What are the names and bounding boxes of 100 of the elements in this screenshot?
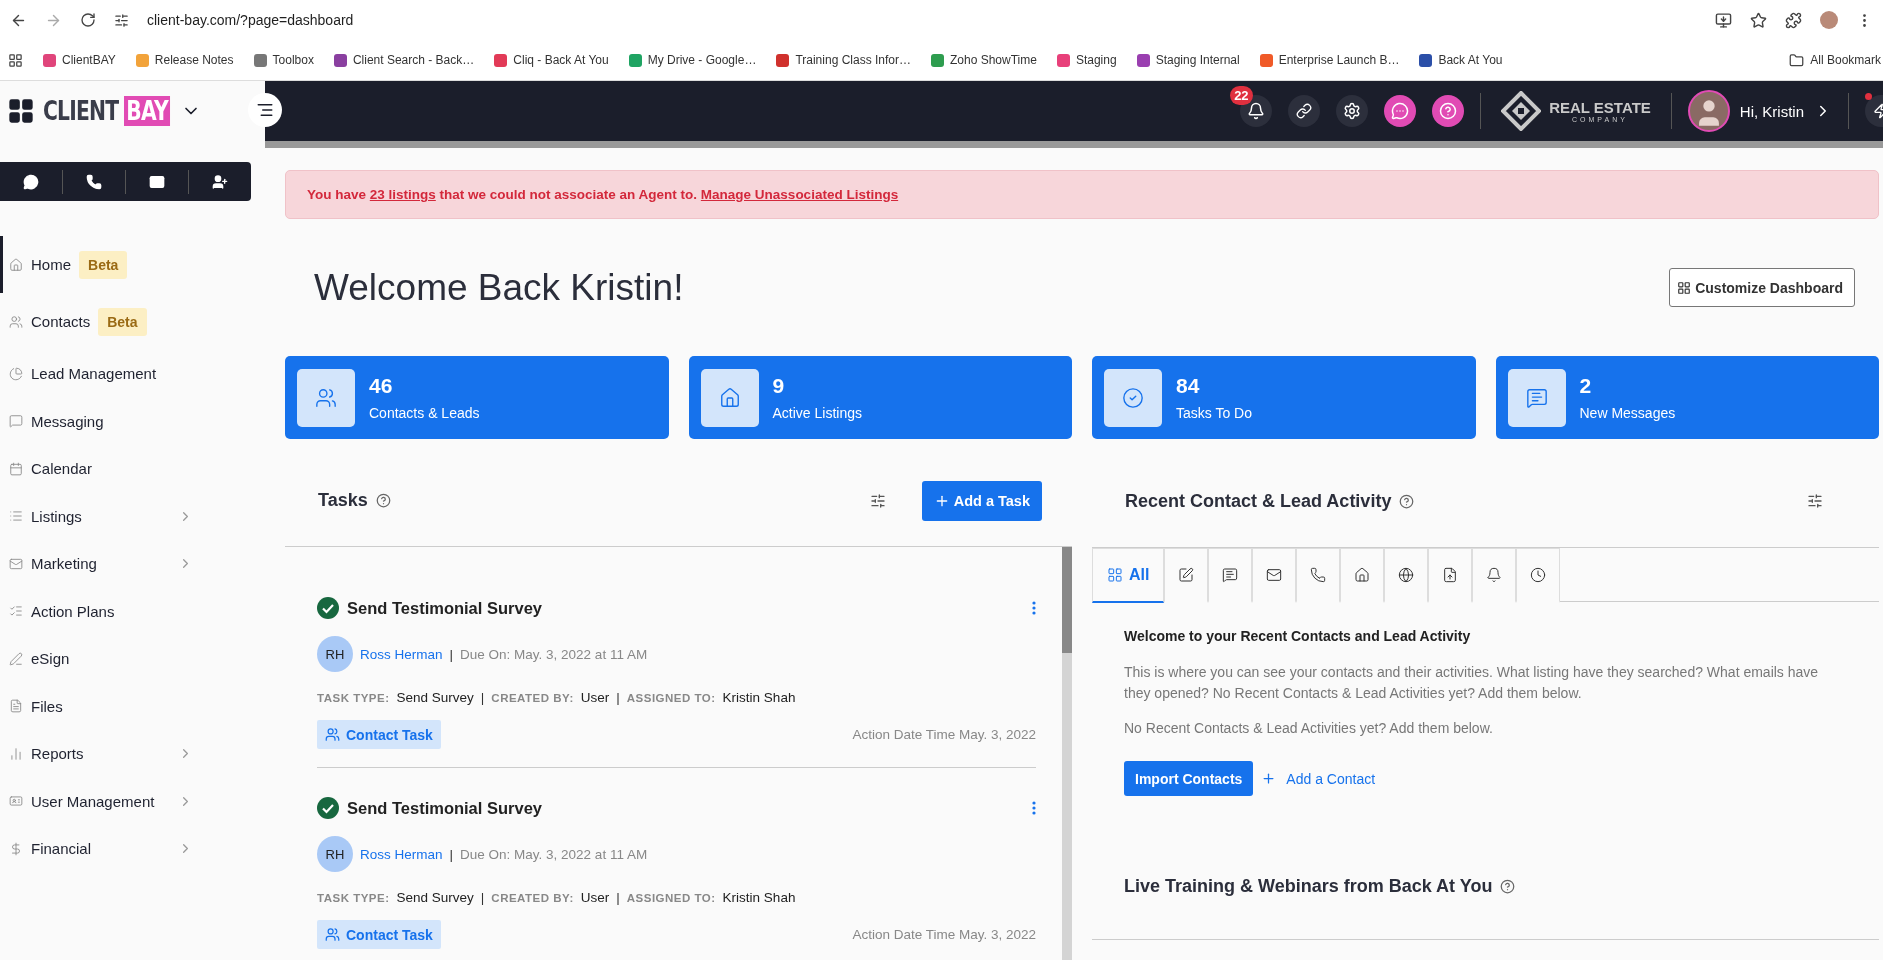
pen-icon [9, 651, 23, 666]
add-contact-link[interactable]: Add a Contact [1261, 770, 1376, 787]
help-icon[interactable] [375, 493, 391, 508]
bookmark[interactable]: Staging [1056, 53, 1117, 67]
meta-label: CREATED BY: [491, 891, 574, 904]
extensions-icon[interactable] [1785, 11, 1802, 29]
install-icon[interactable] [1715, 11, 1732, 29]
meta-value: User [580, 890, 610, 905]
bar-chart-icon [9, 746, 23, 761]
tab[interactable]: All [1092, 548, 1165, 603]
sms-tab[interactable] [1208, 548, 1253, 603]
stat-card[interactable]: 46 Contacts & Leads [285, 356, 669, 439]
globe-icon [1398, 567, 1415, 583]
stat-card[interactable]: 84 Tasks To Do [1092, 356, 1476, 439]
contact-link[interactable]: Ross Herman [360, 646, 443, 662]
bookmark[interactable]: Zoho ShowTime [931, 53, 1037, 67]
nav-item[interactable]: Reports [0, 730, 265, 778]
settings-button[interactable] [1336, 95, 1369, 127]
check-circle-icon [1122, 386, 1144, 409]
house-icon [9, 257, 23, 272]
bookmark[interactable]: Release Notes [135, 53, 234, 67]
nav-item[interactable]: User Management [0, 777, 265, 825]
star-icon[interactable] [1750, 11, 1767, 29]
apps-icon[interactable] [8, 52, 23, 68]
help-button[interactable] [1432, 95, 1465, 127]
action-date: Action Date Time May. 3, 2022 [852, 727, 1036, 742]
help-icon[interactable] [1399, 493, 1415, 509]
due-date: Due On: May. 3, 2022 at 11 AM [460, 846, 648, 862]
bookmark[interactable]: Training Class Infor… [776, 53, 911, 67]
action-date: Action Date Time May. 3, 2022 [852, 927, 1036, 942]
bookmark[interactable]: My Drive - Google… [628, 53, 757, 67]
bookmark[interactable]: Back At You [1419, 53, 1503, 67]
welcome-title: Welcome Back Kristin! [314, 266, 684, 309]
email-tab[interactable] [1252, 548, 1297, 603]
logo-text: BAY [123, 96, 170, 126]
bookmark[interactable]: Client Search - Back… [333, 53, 475, 67]
stat-value: 2 [1579, 374, 1593, 398]
grid-icon [1677, 280, 1692, 295]
nav-item[interactable]: Action Plans [0, 587, 265, 635]
alert-link[interactable]: 23 listings [369, 187, 436, 202]
web-tab[interactable] [1384, 548, 1429, 603]
nav-item[interactable]: Messaging [0, 397, 265, 445]
bookmark[interactable]: Cliq - Back At You [494, 53, 609, 67]
listing-tab[interactable] [1340, 548, 1385, 603]
separator-text: | [616, 890, 620, 905]
add-task-button[interactable]: Add a Task [921, 480, 1042, 521]
bookmark[interactable]: Toolbox [253, 53, 314, 67]
nav-item[interactable]: Files [0, 682, 265, 730]
alert-message: You have 23 listings that we could not associate an Agent to. Manage Unassociated Listings [307, 187, 899, 202]
alert-link[interactable]: Manage Unassociated Listings [700, 187, 899, 202]
nav-item[interactable]: Financial [0, 825, 265, 873]
chat-button[interactable] [1384, 95, 1417, 127]
chat-icon [1391, 102, 1410, 120]
all-bookmarks[interactable]: All Bookmark [1789, 52, 1881, 68]
bookmark[interactable]: ClientBAY [43, 53, 116, 67]
customize-dashboard-button[interactable]: Customize Dashboard [1669, 268, 1855, 307]
nav-item[interactable]: eSign [0, 635, 265, 683]
due-date: Due On: May. 3, 2022 at 11 AM [460, 646, 648, 662]
bell-icon [1486, 567, 1503, 583]
apps-grid-icon[interactable] [7, 97, 35, 125]
meta-label: TASK TYPE: [317, 891, 390, 904]
link-button[interactable] [1288, 95, 1321, 127]
beta-badge: Beta [79, 250, 128, 279]
stat-card[interactable]: 9 Active Listings [688, 356, 1072, 439]
meta-label: CREATED BY: [491, 691, 574, 704]
nav-item[interactable]: Lead Management [0, 350, 265, 398]
contact-link[interactable]: Ross Herman [360, 846, 443, 862]
nav-item[interactable]: Contacts Beta [0, 293, 265, 350]
nav-item[interactable]: Listings [0, 492, 265, 540]
nav-item[interactable]: Calendar [0, 445, 265, 493]
bookmark[interactable]: Staging Internal [1136, 53, 1240, 67]
nav-item[interactable]: Home Beta [0, 236, 265, 293]
separator-text: | [449, 846, 454, 862]
more-options-button[interactable] [1032, 801, 1036, 815]
task-title: Send Testimonial Survey [347, 798, 543, 818]
calendar-icon [9, 461, 23, 476]
meta-value: Kristin Shah [722, 890, 796, 905]
profile-avatar[interactable] [1820, 11, 1838, 29]
user-menu[interactable]: Hi, Kristin [1687, 90, 1832, 132]
house-icon [718, 386, 741, 409]
kebab-icon [1032, 601, 1036, 615]
people-icon [325, 927, 340, 942]
pie-chart-icon [9, 366, 23, 381]
more-options-button[interactable] [1032, 601, 1036, 615]
scrollbar[interactable] [1062, 547, 1072, 960]
nav-item[interactable]: Marketing [0, 540, 265, 588]
help-icon[interactable] [1500, 879, 1516, 894]
stat-label: Contacts & Leads [369, 405, 480, 421]
url-text[interactable]: client-bay.com/?page=dashboard [147, 12, 1697, 28]
filter-button[interactable] [1807, 493, 1823, 509]
file-tab[interactable] [1428, 548, 1473, 603]
site-settings-icon[interactable] [114, 12, 129, 28]
reload-icon[interactable] [80, 12, 96, 28]
import-contacts-button[interactable]: Import Contacts [1124, 761, 1254, 796]
filter-button[interactable] [869, 492, 886, 509]
note-tab[interactable] [1164, 548, 1209, 603]
stat-card[interactable]: 2 New Messages [1495, 356, 1879, 439]
dollar-icon [9, 841, 23, 856]
separator-text: | [480, 890, 485, 905]
bookmark[interactable]: Enterprise Launch B… [1259, 53, 1400, 67]
